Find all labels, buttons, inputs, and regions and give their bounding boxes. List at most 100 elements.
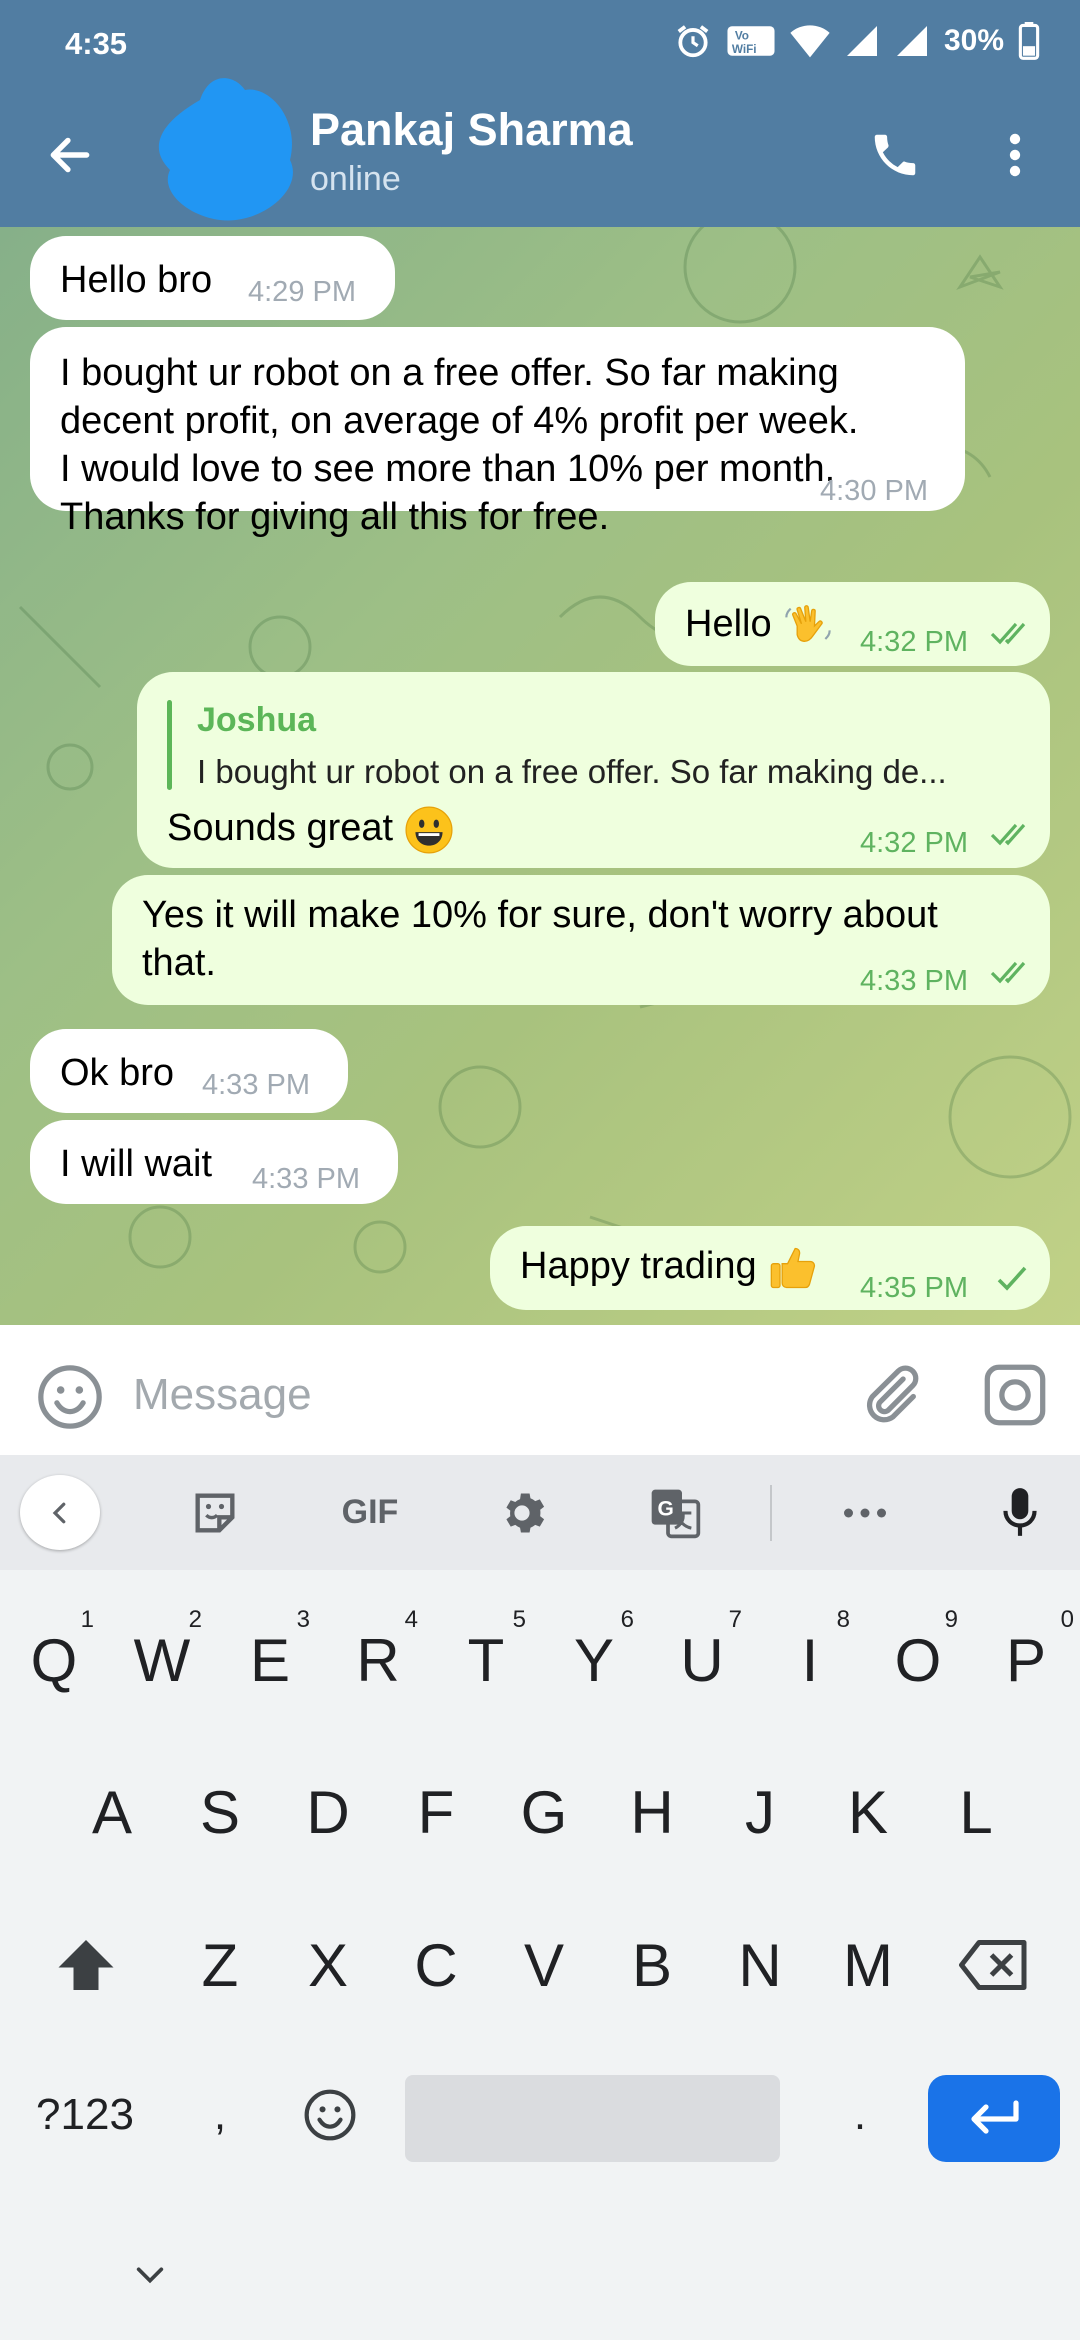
- camera-button[interactable]: [980, 1360, 1050, 1430]
- message-text: Hello bro: [60, 259, 213, 301]
- message-bubble-incoming[interactable]: I will wait 4:33 PM: [30, 1120, 398, 1204]
- chat-area[interactable]: Hello bro 4:29 PM I bought ur robot on a…: [0, 227, 1080, 1325]
- battery-icon: [1018, 22, 1040, 60]
- translate-icon: G: [651, 1489, 701, 1538]
- key-d[interactable]: D: [274, 1752, 382, 1872]
- svg-text:WiFi: WiFi: [732, 43, 757, 56]
- key-j[interactable]: J: [706, 1752, 814, 1872]
- key-s[interactable]: S: [166, 1752, 274, 1872]
- attach-button[interactable]: [855, 1360, 925, 1430]
- gear-icon: [506, 1493, 545, 1532]
- key-a[interactable]: A: [58, 1752, 166, 1872]
- key-r[interactable]: R4: [324, 1600, 432, 1720]
- key-e[interactable]: E3: [216, 1600, 324, 1720]
- message-text: Yes it will make 10% for sure, don't wor…: [142, 894, 938, 984]
- message-time: 4:32 PM: [860, 827, 968, 859]
- hide-keyboard-button[interactable]: [110, 2235, 190, 2315]
- phone-icon: [874, 134, 916, 176]
- sticker-button[interactable]: [175, 1475, 255, 1550]
- svg-text:Vo: Vo: [735, 30, 749, 43]
- key-n[interactable]: N: [706, 1905, 814, 2025]
- key-m[interactable]: M: [814, 1905, 922, 2025]
- message-bubble-outgoing[interactable]: Hello 4:32 PM: [655, 582, 1050, 666]
- sticker-icon: [195, 1493, 235, 1532]
- key-u[interactable]: U7: [648, 1600, 756, 1720]
- message-bubble-incoming[interactable]: Ok bro 4:33 PM: [30, 1029, 348, 1113]
- key-k[interactable]: K: [814, 1752, 922, 1872]
- message-text: Ok bro: [60, 1052, 175, 1094]
- emoji-button[interactable]: [35, 1362, 105, 1432]
- key-q[interactable]: Q1: [0, 1600, 108, 1720]
- more-toolbar-button[interactable]: [825, 1475, 905, 1550]
- message-bubble-outgoing[interactable]: Yes it will make 10% for sure, don't wor…: [112, 875, 1050, 1005]
- key-b[interactable]: B: [598, 1905, 706, 2025]
- keyboard: GIF G: [0, 1455, 1080, 2340]
- message-bubble-incoming[interactable]: I bought ur robot on a free offer. So fa…: [30, 327, 965, 538]
- key-o[interactable]: O9: [864, 1600, 972, 1720]
- voice-input-button[interactable]: [980, 1475, 1060, 1550]
- more-horizontal-icon: [844, 1508, 886, 1517]
- more-vertical-icon: [1009, 133, 1021, 177]
- contact-name[interactable]: Pankaj Sharma: [310, 104, 633, 156]
- symbols-key[interactable]: ?123: [10, 2055, 160, 2175]
- thumbs-up-icon: [770, 1247, 816, 1289]
- settings-button[interactable]: [482, 1475, 562, 1550]
- backspace-key[interactable]: [930, 1905, 1058, 2025]
- message-text: Sounds great: [167, 804, 454, 855]
- key-x[interactable]: X: [274, 1905, 382, 2025]
- battery-percent: 30%: [943, 24, 1004, 57]
- key-p[interactable]: P0: [972, 1600, 1080, 1720]
- message-bubble-outgoing[interactable]: Joshua I bought ur robot on a free offer…: [137, 672, 1050, 868]
- gif-button[interactable]: GIF: [320, 1475, 420, 1550]
- key-v[interactable]: V: [490, 1905, 598, 2025]
- backspace-icon: [959, 1940, 1027, 1990]
- call-button[interactable]: [855, 115, 935, 195]
- signal-icon: [846, 26, 877, 56]
- message-time: 4:33 PM: [252, 1163, 360, 1195]
- message-input[interactable]: [133, 1360, 833, 1430]
- status-time: 4:35: [65, 26, 128, 61]
- contact-status: online: [310, 160, 401, 198]
- shift-key[interactable]: [22, 1905, 150, 2025]
- double-check-icon: [990, 823, 1026, 846]
- double-check-icon: [990, 622, 1026, 645]
- key-h[interactable]: H: [598, 1752, 706, 1872]
- microphone-icon: [1003, 1487, 1037, 1536]
- message-time: 4:32 PM: [860, 626, 968, 658]
- message-bubble-outgoing[interactable]: Happy trading 4:35 PM: [490, 1226, 1050, 1310]
- chat-header: 4:35 Vo WiFi 30% Pankaj Sharma online: [0, 0, 1080, 227]
- avatar[interactable]: [140, 50, 305, 230]
- space-key[interactable]: [405, 2075, 780, 2162]
- key-y[interactable]: Y6: [540, 1600, 648, 1720]
- key-g[interactable]: G: [490, 1752, 598, 1872]
- key-c[interactable]: C: [382, 1905, 490, 2025]
- enter-icon: [971, 2099, 1019, 2134]
- alarm-icon: [677, 25, 709, 58]
- message-time: 4:30 PM: [820, 475, 928, 507]
- key-l[interactable]: L: [922, 1752, 1030, 1872]
- reply-quote-bar: [167, 700, 172, 790]
- wifi-icon: [790, 25, 830, 58]
- comma-key[interactable]: ,: [170, 2055, 270, 2175]
- more-options-button[interactable]: [985, 115, 1045, 195]
- message-time: 4:33 PM: [860, 965, 968, 997]
- translate-button[interactable]: G: [635, 1475, 715, 1550]
- message-bubble-incoming[interactable]: Hello bro 4:29 PM: [30, 236, 395, 320]
- message-time: 4:29 PM: [248, 276, 356, 308]
- collapse-toolbar-button[interactable]: [20, 1475, 100, 1550]
- message-text: Hello: [685, 600, 834, 652]
- toolbar-divider: [770, 1485, 772, 1541]
- back-button[interactable]: [30, 115, 110, 195]
- arrow-left-icon: [50, 137, 90, 173]
- period-key[interactable]: .: [810, 2055, 910, 2175]
- smiley-icon: [304, 2089, 356, 2141]
- key-w[interactable]: W2: [108, 1600, 216, 1720]
- keyboard-toolbar: GIF G: [0, 1455, 1080, 1570]
- key-f[interactable]: F: [382, 1752, 490, 1872]
- key-i[interactable]: I8: [756, 1600, 864, 1720]
- key-t[interactable]: T5: [432, 1600, 540, 1720]
- key-z[interactable]: Z: [166, 1905, 274, 2025]
- enter-key[interactable]: [928, 2075, 1060, 2162]
- emoji-key[interactable]: [280, 2055, 380, 2175]
- waving-hand-icon: [785, 605, 831, 642]
